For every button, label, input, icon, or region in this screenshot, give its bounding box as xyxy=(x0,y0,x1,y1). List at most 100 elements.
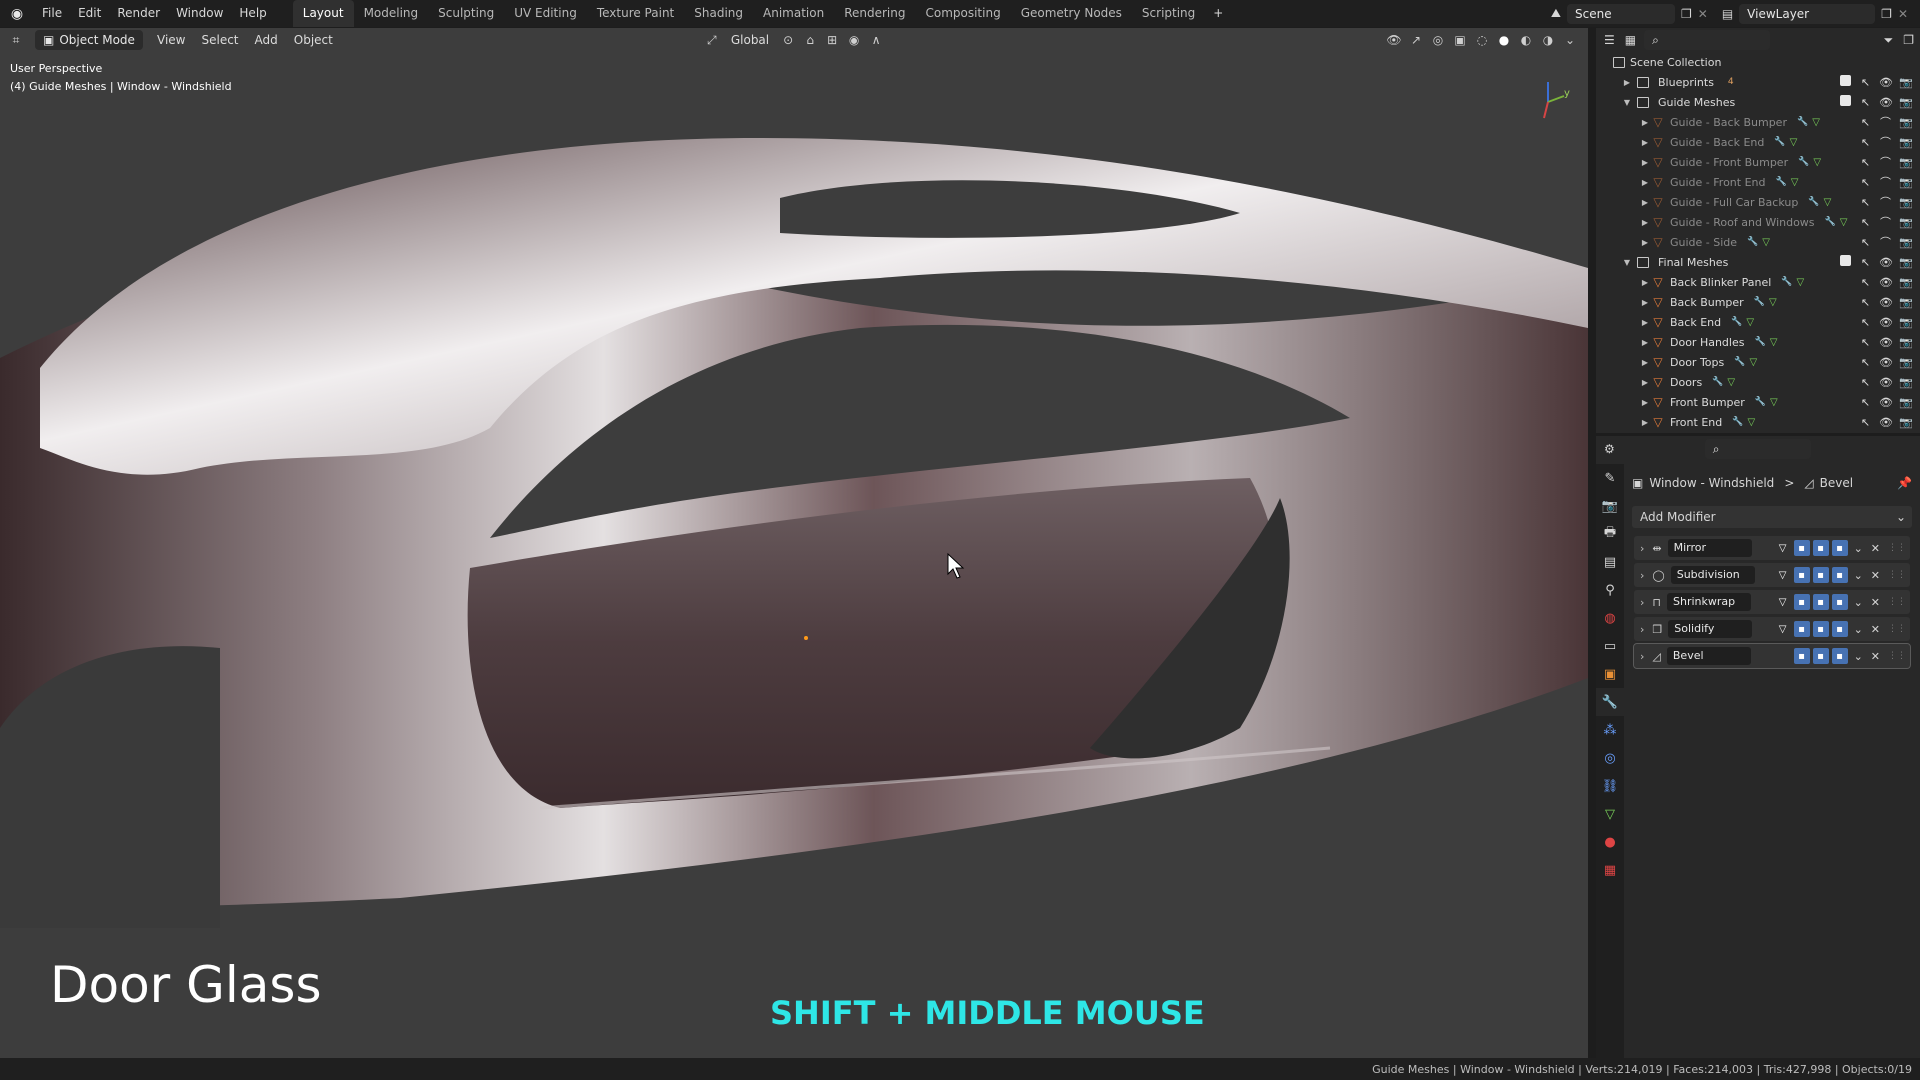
eye-icon[interactable]: 👁 xyxy=(1879,356,1893,369)
select-icon[interactable]: ↖ xyxy=(1859,136,1872,149)
select-icon[interactable]: ↖ xyxy=(1859,296,1872,309)
modifier-wrench-icon[interactable]: 🔧 xyxy=(1712,377,1723,387)
output-tab-icon[interactable]: 🖶 xyxy=(1596,520,1624,548)
select-icon[interactable]: ↖ xyxy=(1859,216,1872,229)
render-icon[interactable]: 📷 xyxy=(1899,296,1913,309)
select-icon[interactable]: ↖ xyxy=(1859,236,1872,249)
close-icon[interactable]: ✕ xyxy=(1871,542,1880,555)
select-icon[interactable]: ↖ xyxy=(1859,356,1872,369)
render-icon[interactable]: 📷 xyxy=(1899,336,1913,349)
render-icon[interactable]: 📷 xyxy=(1899,316,1913,329)
tab-scripting[interactable]: Scripting xyxy=(1132,0,1205,27)
chevron-down-icon[interactable]: ⌄ xyxy=(1854,650,1863,663)
overlay-icon[interactable]: ◎ xyxy=(1430,32,1446,48)
outliner-item[interactable]: ▶ ▽ Guide - Back Bumper 🔧 ▽ ↖ ⌒ 📷 xyxy=(1596,112,1920,132)
outliner-item[interactable]: ▶ ▽ Doors 🔧 ▽ ↖ 👁 📷 xyxy=(1596,372,1920,392)
expand-right-icon[interactable]: ▶ xyxy=(1640,418,1650,427)
outliner-item[interactable]: ▶ ▽ Guide - Front Bumper 🔧 ▽ ↖ ⌒ 📷 xyxy=(1596,152,1920,172)
modifier-wrench-icon[interactable]: 🔧 xyxy=(1797,117,1808,127)
eye-icon[interactable]: 👁 xyxy=(1879,316,1893,329)
material-shading-icon[interactable]: ◐ xyxy=(1518,32,1534,48)
expand-right-icon[interactable]: ▶ xyxy=(1640,278,1650,287)
viewport-menu-select[interactable]: Select xyxy=(193,33,246,47)
cage-toggle-icon[interactable]: ▽ xyxy=(1775,621,1791,637)
modifier-tab-icon[interactable]: 🔧 xyxy=(1596,688,1624,716)
mesh-data-icon[interactable]: ▽ xyxy=(1749,357,1757,368)
render-icon[interactable]: 📷 xyxy=(1899,76,1913,89)
tab-modeling[interactable]: Modeling xyxy=(354,0,429,27)
viewlayer-field[interactable]: ViewLayer xyxy=(1739,3,1876,24)
outliner-item[interactable]: ▶ ▽ Guide - Side 🔧 ▽ ↖ ⌒ 📷 xyxy=(1596,232,1920,252)
falloff-icon[interactable]: ∧ xyxy=(868,32,884,48)
modifier-panel-bevel[interactable]: › ◿ Bevel ▪ ▪ ▪ ⌄ ✕ ⋮⋮ xyxy=(1633,643,1911,669)
close-icon[interactable]: ✕ xyxy=(1871,650,1880,663)
render-toggle-icon[interactable]: ▪ xyxy=(1831,540,1848,556)
menu-help[interactable]: Help xyxy=(231,0,274,27)
expand-right-icon[interactable]: ▶ xyxy=(1640,398,1650,407)
expand-right-icon[interactable]: ▶ xyxy=(1640,238,1650,247)
world-tab-icon[interactable]: ◍ xyxy=(1596,604,1624,632)
3d-viewport[interactable]: ⌗ ▣ Object Mode View Select Add Object ⤢ Glo… xyxy=(0,28,1588,1058)
drag-handle-icon[interactable]: ⋮⋮ xyxy=(1888,597,1906,607)
editmode-toggle-icon[interactable]: ▪ xyxy=(1793,648,1810,664)
expand-right-icon[interactable]: ▶ xyxy=(1640,178,1650,187)
properties-editor-icon[interactable]: ⚙ xyxy=(1604,442,1615,456)
mesh-data-icon[interactable]: ▽ xyxy=(1813,157,1821,168)
outliner-item[interactable]: ▶ ▽ Back End 🔧 ▽ ↖ 👁 📷 xyxy=(1596,312,1920,332)
viewlayer-selector[interactable]: ▤ ViewLayer ❐ ✕ xyxy=(1722,3,1908,24)
eye-icon[interactable]: 👁 xyxy=(1879,416,1893,429)
pivot-icon[interactable]: ⊙ xyxy=(780,32,796,48)
cage-toggle-icon[interactable]: ▽ xyxy=(1775,567,1791,583)
select-icon[interactable]: ↖ xyxy=(1859,176,1872,189)
render-toggle-icon[interactable]: ▪ xyxy=(1831,594,1848,610)
select-icon[interactable]: ↖ xyxy=(1859,156,1872,169)
expand-down-icon[interactable]: ▼ xyxy=(1622,98,1632,107)
modifier-wrench-icon[interactable]: 🔧 xyxy=(1732,417,1743,427)
scene-field[interactable]: Scene xyxy=(1567,3,1675,24)
eye-icon[interactable]: ⌒ xyxy=(1879,134,1892,150)
snap-target-icon[interactable]: ⊞ xyxy=(824,32,840,48)
expand-right-icon[interactable]: ▶ xyxy=(1640,358,1650,367)
select-icon[interactable]: ↖ xyxy=(1859,196,1872,209)
outliner-item[interactable]: ▶ ▽ Guide - Front End 🔧 ▽ ↖ ⌒ 📷 xyxy=(1596,172,1920,192)
data-tab-icon[interactable]: ▽ xyxy=(1596,800,1624,828)
particles-tab-icon[interactable]: ⁂ xyxy=(1596,716,1624,744)
tab-geometry-nodes[interactable]: Geometry Nodes xyxy=(1011,0,1132,27)
select-icon[interactable]: ↖ xyxy=(1859,256,1872,269)
drag-handle-icon[interactable]: ⋮⋮ xyxy=(1888,543,1906,553)
delete-scene-icon[interactable]: ✕ xyxy=(1698,7,1708,21)
snap-icon[interactable]: ⌂ xyxy=(802,32,818,48)
modifier-panel-shrinkwrap[interactable]: › ⊓ Shrinkwrap ▽ ▪ ▪ ▪ ⌄ ✕ ⋮⋮ xyxy=(1634,590,1910,614)
xray-icon[interactable]: ▣ xyxy=(1452,32,1468,48)
scene-selector[interactable]: ⛰ Scene ❐ ✕ xyxy=(1551,3,1708,24)
material-tab-icon[interactable]: ● xyxy=(1596,828,1624,856)
render-tab-icon[interactable]: 📷 xyxy=(1596,492,1624,520)
tab-sculpting[interactable]: Sculpting xyxy=(428,0,504,27)
chevron-down-icon[interactable]: ⌄ xyxy=(1854,569,1863,582)
modifier-name-field[interactable]: Subdivision xyxy=(1670,566,1755,584)
exclude-checkbox[interactable] xyxy=(1839,75,1852,89)
expand-right-icon[interactable]: ▶ xyxy=(1640,218,1650,227)
eye-icon[interactable]: 👁 xyxy=(1879,336,1893,349)
outliner-item[interactable]: ▶ ▽ Guide - Back End 🔧 ▽ ↖ ⌒ 📷 xyxy=(1596,132,1920,152)
filter-icon[interactable]: ⏷ xyxy=(1884,33,1894,48)
proportional-edit-icon[interactable]: ◉ xyxy=(846,32,862,48)
mesh-data-icon[interactable]: ▽ xyxy=(1727,377,1735,388)
select-icon[interactable]: ↖ xyxy=(1859,116,1872,129)
tab-texture-paint[interactable]: Texture Paint xyxy=(587,0,684,27)
menu-file[interactable]: File xyxy=(34,0,70,27)
orientation-selector[interactable]: Global xyxy=(723,33,777,47)
tab-layout[interactable]: Layout xyxy=(292,0,354,27)
close-icon[interactable]: ✕ xyxy=(1871,623,1880,636)
add-workspace-button[interactable]: + xyxy=(1205,0,1231,27)
modifier-wrench-icon[interactable]: 🔧 xyxy=(1755,397,1766,407)
expand-right-icon[interactable]: ▶ xyxy=(1640,198,1650,207)
pin-icon[interactable]: 📌 xyxy=(1897,476,1912,490)
eye-icon[interactable]: 👁 xyxy=(1879,76,1893,89)
expand-down-icon[interactable]: ▼ xyxy=(1622,258,1632,267)
expand-right-icon[interactable]: › xyxy=(1640,596,1644,609)
modifier-wrench-icon[interactable]: 🔧 xyxy=(1798,157,1809,167)
render-icon[interactable]: 📷 xyxy=(1899,96,1913,109)
viewport-toggle-icon[interactable]: ▪ xyxy=(1812,540,1829,556)
outliner-item[interactable]: ▶ ▽ Front End 🔧 ▽ ↖ 👁 📷 xyxy=(1596,412,1920,432)
